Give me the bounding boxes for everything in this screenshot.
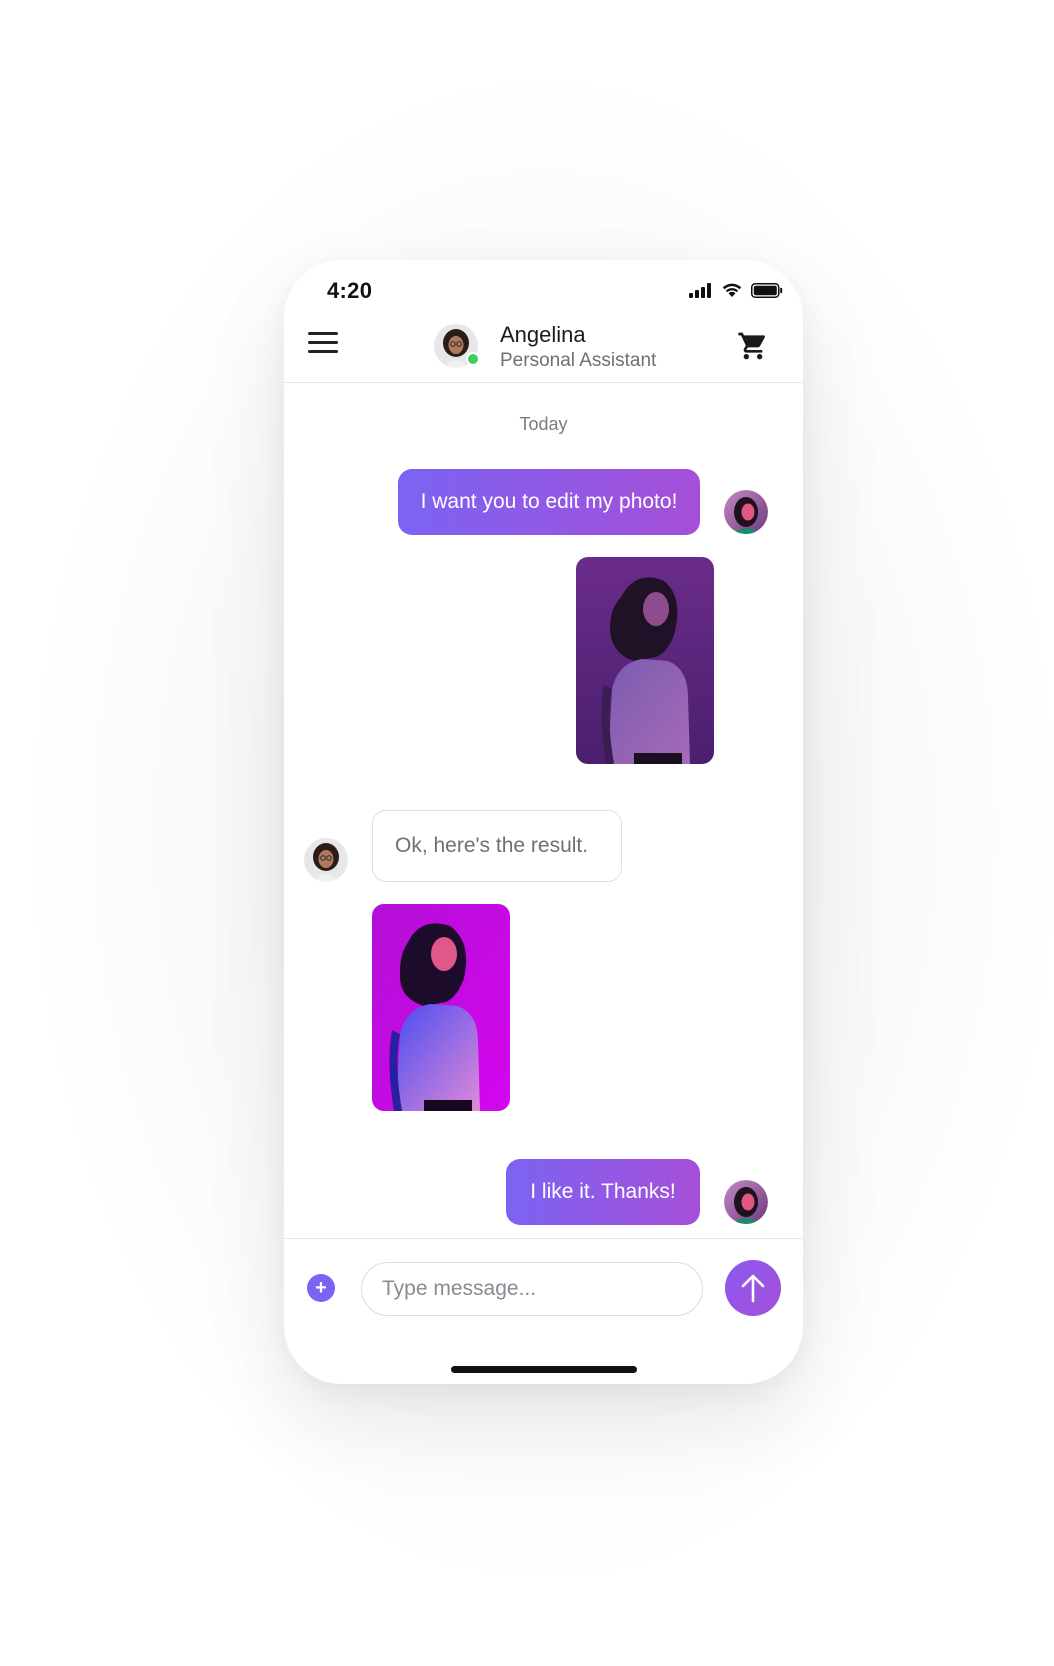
hamburger-menu-icon[interactable] [308, 332, 338, 358]
wifi-icon [722, 283, 742, 297]
outgoing-message-bubble[interactable]: I like it. Thanks! [506, 1159, 700, 1225]
contact-avatar[interactable] [434, 324, 480, 368]
user-avatar[interactable] [724, 1180, 768, 1224]
contact-role: Personal Assistant [500, 350, 657, 371]
screen-background: 4:20 Angelina Personal Assistant Today I… [0, 0, 1054, 1666]
arrow-up-icon [741, 1274, 765, 1303]
assistant-avatar[interactable] [304, 838, 348, 882]
edited-photo-image [372, 904, 510, 1111]
battery-icon [751, 282, 783, 298]
shopping-cart-icon[interactable] [737, 330, 769, 362]
phone-frame: 4:20 Angelina Personal Assistant Today I… [284, 260, 803, 1384]
user-avatar-image [724, 1180, 768, 1224]
user-avatar-image [724, 490, 768, 534]
incoming-message-bubble[interactable]: Ok, here's the result. [372, 810, 622, 882]
signal-icon [689, 282, 711, 298]
contact-name: Angelina [500, 322, 586, 347]
user-avatar[interactable] [724, 490, 768, 534]
status-time: 4:20 [327, 278, 373, 303]
online-status-dot [466, 352, 480, 366]
send-button[interactable] [725, 1260, 781, 1316]
original-photo-image [576, 557, 714, 764]
outgoing-message-bubble[interactable]: I want you to edit my photo! [398, 469, 700, 535]
original-photo[interactable] [576, 557, 714, 764]
status-icons [689, 282, 783, 298]
assistant-avatar-image [304, 838, 348, 882]
edited-photo[interactable] [372, 904, 510, 1111]
composer-divider [284, 1238, 803, 1239]
plus-icon[interactable]: + [307, 1274, 335, 1302]
message-input[interactable] [361, 1262, 703, 1316]
home-indicator[interactable] [451, 1366, 637, 1373]
chat-header: Angelina Personal Assistant [284, 312, 803, 383]
date-separator: Today [519, 414, 568, 434]
